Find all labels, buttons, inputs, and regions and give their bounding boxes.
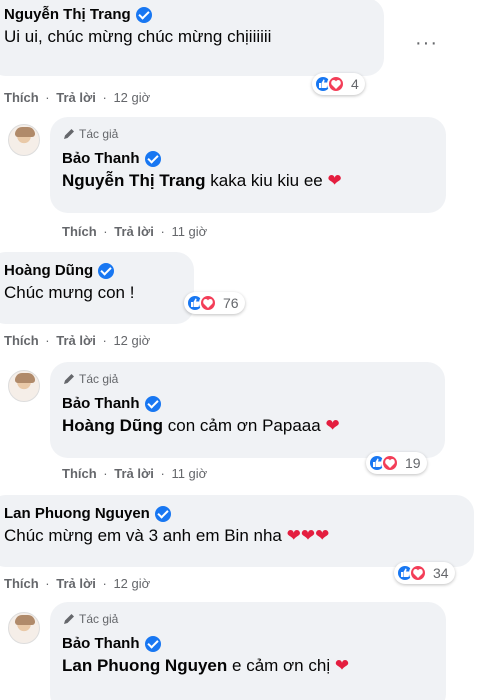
like-link[interactable]: Thích	[4, 333, 39, 348]
reply-text: Hoàng Dũng con cảm ơn Papaaa ❤	[62, 416, 340, 435]
verified-badge-icon	[135, 6, 152, 23]
like-link[interactable]: Thích	[4, 90, 39, 105]
avatar[interactable]	[8, 370, 40, 402]
comment-time[interactable]: 11 giờ	[171, 224, 207, 239]
mention-link[interactable]: Lan Phuong Nguyen	[62, 656, 227, 675]
avatar[interactable]	[8, 124, 40, 156]
reply-link[interactable]: Trả lời	[56, 333, 96, 348]
author-badge: Tác giả	[62, 371, 445, 387]
reaction-count: 76	[223, 295, 239, 311]
verified-badge-icon	[154, 505, 171, 522]
reply-link[interactable]: Trả lời	[56, 576, 96, 591]
reaction-summary[interactable]: 19	[366, 452, 427, 474]
reply-bubble: Tác giả Bảo Thanh Lan Phuong Nguyen e cả…	[50, 602, 446, 700]
comment-author[interactable]: Lan Phuong Nguyen	[4, 505, 150, 522]
pen-icon	[64, 129, 74, 139]
heart-emoji: ❤❤❤	[286, 526, 330, 545]
reply-author[interactable]: Bảo Thanh	[62, 150, 140, 167]
reaction-count: 4	[351, 76, 359, 92]
love-reaction-icon	[409, 564, 427, 582]
reply-bubble: Tác giả Bảo Thanh Hoàng Dũng con cảm ơn …	[50, 362, 445, 458]
comment-actions: Thích · Trả lời · 12 giờ	[4, 576, 151, 591]
pen-icon	[64, 614, 74, 624]
reaction-summary[interactable]: 4	[312, 73, 365, 95]
love-reaction-icon	[381, 454, 399, 472]
comment-actions: Thích · Trả lời · 12 giờ	[4, 333, 151, 348]
comment-thread: Nguyễn Thị Trang Ui ui, chúc mừng chúc m…	[0, 0, 500, 700]
heart-emoji: ❤	[334, 656, 350, 675]
heart-emoji: ❤	[325, 416, 340, 435]
reaction-count: 34	[433, 565, 449, 581]
reply-link[interactable]: Trả lời	[56, 90, 96, 105]
love-reaction-icon	[327, 75, 345, 93]
author-badge: Tác giả	[62, 611, 446, 627]
comment-text: Chúc mừng em và 3 anh em Bin nha ❤❤❤	[4, 526, 330, 545]
verified-badge-icon	[144, 395, 161, 412]
comment-author[interactable]: Hoàng Dũng	[4, 262, 93, 279]
comment-text: Chúc mưng con !	[4, 283, 135, 302]
reply-link[interactable]: Trả lời	[114, 466, 154, 481]
reply-author[interactable]: Bảo Thanh	[62, 635, 140, 652]
like-link[interactable]: Thích	[62, 224, 97, 239]
comment-time[interactable]: 12 giờ	[113, 90, 150, 105]
reaction-summary[interactable]: 76	[184, 292, 245, 314]
reaction-count: 19	[405, 455, 421, 471]
comment-time[interactable]: 12 giờ	[113, 576, 150, 591]
comment-time[interactable]: 11 giờ	[171, 466, 207, 481]
reaction-summary[interactable]: 34	[394, 562, 455, 584]
comment-time[interactable]: 12 giờ	[113, 333, 150, 348]
verified-badge-icon	[144, 635, 161, 652]
comment-author[interactable]: Nguyễn Thị Trang	[4, 6, 131, 23]
reply-text: Lan Phuong Nguyen e cảm ơn chị ❤	[62, 656, 350, 675]
reply-text: Nguyễn Thị Trang kaka kiu kiu ee ❤	[62, 171, 342, 190]
verified-badge-icon	[98, 262, 115, 279]
reply-actions: Thích · Trả lời · 11 giờ	[62, 466, 208, 481]
reply-link[interactable]: Trả lời	[114, 224, 154, 239]
pen-icon	[64, 374, 74, 384]
love-reaction-icon	[199, 294, 217, 312]
more-options-icon[interactable]: ···	[415, 32, 438, 55]
mention-link[interactable]: Nguyễn Thị Trang	[62, 171, 206, 190]
author-badge: Tác giả	[62, 126, 446, 142]
comment-bubble: Lan Phuong Nguyen Chúc mừng em và 3 anh …	[0, 495, 474, 567]
heart-emoji: ❤	[327, 171, 342, 190]
like-link[interactable]: Thích	[4, 576, 39, 591]
like-link[interactable]: Thích	[62, 466, 97, 481]
comment-text: Ui ui, chúc mừng chúc mừng chịiiiiii	[4, 27, 272, 46]
avatar[interactable]	[8, 612, 40, 644]
comment-actions: Thích · Trả lời · 12 giờ	[4, 90, 151, 105]
mention-link[interactable]: Hoàng Dũng	[62, 416, 163, 435]
reply-bubble: Tác giả Bảo Thanh Nguyễn Thị Trang kaka …	[50, 117, 446, 213]
reply-actions: Thích · Trả lời · 11 giờ	[62, 224, 208, 239]
verified-badge-icon	[144, 150, 161, 167]
comment-bubble: Hoàng Dũng Chúc mưng con !	[0, 252, 194, 324]
reply-author[interactable]: Bảo Thanh	[62, 395, 140, 412]
comment-bubble: Nguyễn Thị Trang Ui ui, chúc mừng chúc m…	[0, 0, 384, 76]
